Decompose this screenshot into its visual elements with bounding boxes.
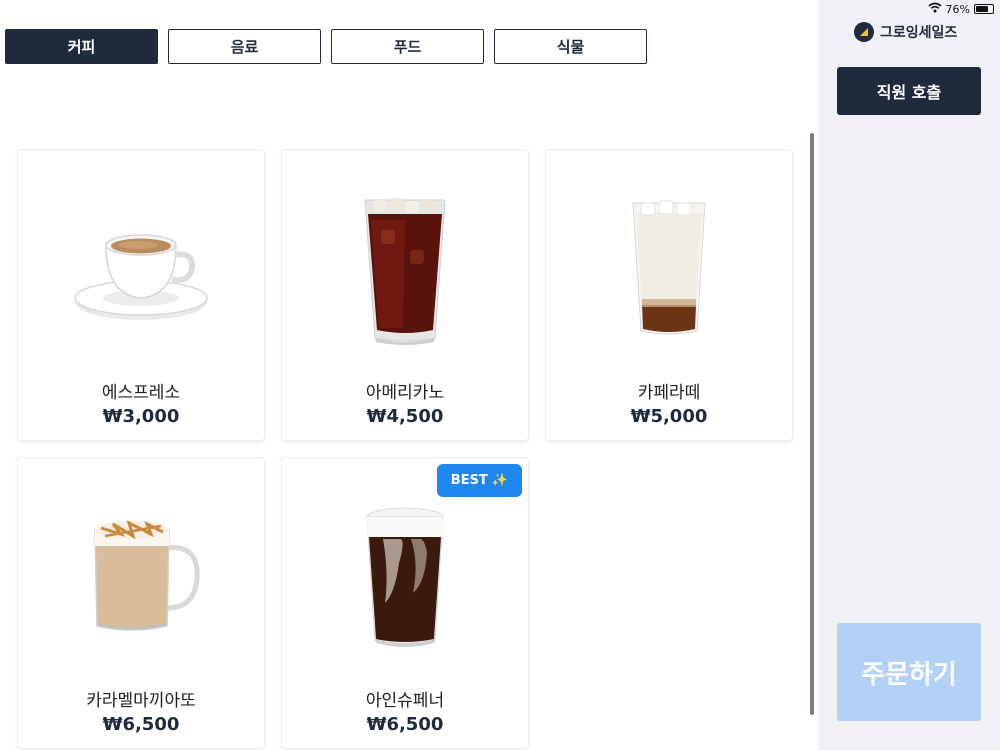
product-name: 에스프레소 (101, 383, 181, 403)
espresso-cup-image (18, 170, 264, 370)
wifi-icon (928, 2, 942, 16)
iced-latte-image (546, 170, 792, 370)
product-card-einspanner[interactable]: BEST ✨ 아인슈페너 ₩6,500 (282, 458, 528, 748)
tab-coffee[interactable]: 커피 (5, 29, 158, 64)
brand: 그로잉세일즈 (854, 22, 957, 42)
scrollbar[interactable] (810, 133, 814, 715)
brand-logo-icon (854, 22, 874, 42)
battery-icon (974, 4, 994, 14)
sidebar: 76% 그로잉세일즈 직원 호출 주문하기 (818, 0, 1000, 750)
menu-area: 커피 음료 푸드 식물 에스프레소 ₩3,000 아메리카노 ₩4,500 카페… (0, 0, 818, 750)
caramel-macchiato-mug-image (18, 478, 264, 678)
product-name: 아메리카노 (365, 383, 445, 403)
category-tabs: 커피 음료 푸드 식물 (5, 29, 647, 64)
product-price: ₩3,000 (102, 406, 180, 427)
product-price: ₩6,500 (366, 714, 444, 735)
product-card-americano[interactable]: 아메리카노 ₩4,500 (282, 150, 528, 440)
status-bar: 76% (928, 2, 994, 16)
product-card-latte[interactable]: 카페라떼 ₩5,000 (546, 150, 792, 440)
tab-plant[interactable]: 식물 (494, 29, 647, 64)
order-button[interactable]: 주문하기 (837, 623, 981, 721)
product-card-caramel-macchiato[interactable]: 카라멜마끼아또 ₩6,500 (18, 458, 264, 748)
call-staff-button[interactable]: 직원 호출 (837, 67, 981, 115)
product-card-espresso[interactable]: 에스프레소 ₩3,000 (18, 150, 264, 440)
product-name: 카라멜마끼아또 (86, 691, 196, 711)
iced-americano-image (282, 170, 528, 370)
battery-percent: 76% (945, 2, 970, 16)
einspanner-image (282, 478, 528, 678)
product-name: 카페라떼 (637, 383, 701, 403)
kiosk-app: 커피 음료 푸드 식물 에스프레소 ₩3,000 아메리카노 ₩4,500 카페… (0, 0, 1000, 750)
product-name: 아인슈페너 (365, 691, 445, 711)
product-price: ₩5,000 (630, 406, 708, 427)
product-price: ₩4,500 (366, 406, 444, 427)
brand-name: 그로잉세일즈 (880, 25, 958, 41)
tab-food[interactable]: 푸드 (331, 29, 484, 64)
product-price: ₩6,500 (102, 714, 180, 735)
tab-beverage[interactable]: 음료 (168, 29, 321, 64)
